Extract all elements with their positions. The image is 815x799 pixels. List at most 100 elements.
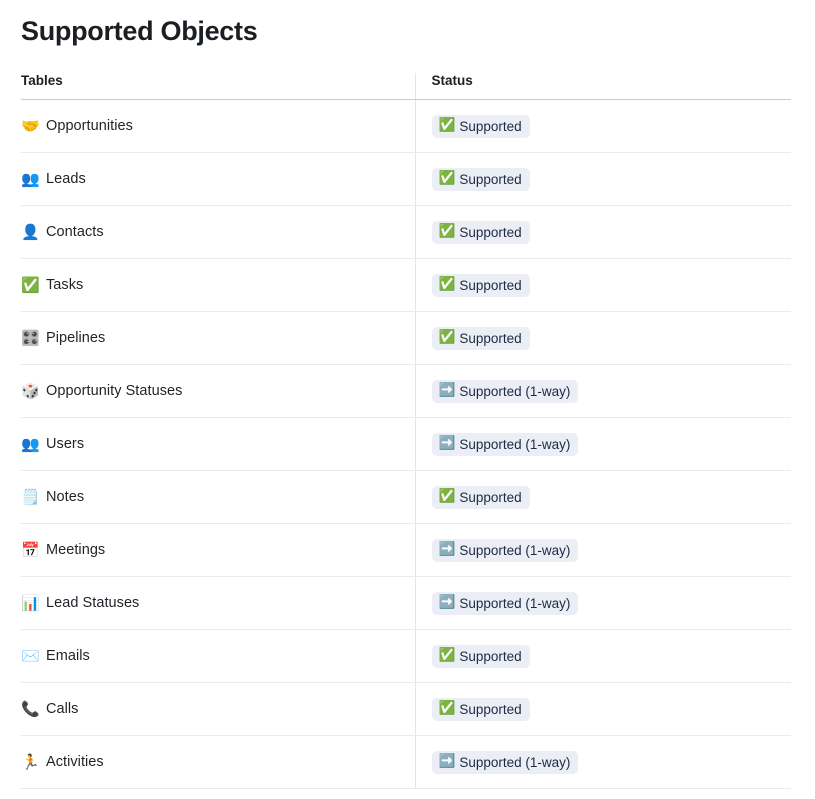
table-cell-status: ✅ Supported [414,311,791,366]
object-entry: 📅 Meetings [21,540,415,559]
page-title: Supported Objects [21,16,258,46]
status-badge-label: Supported [459,701,522,717]
object-entry: 👥 Leads [21,169,415,188]
table-row: 👤 Contacts ✅ Supported [21,205,791,260]
object-name: Users [46,436,85,453]
control-knobs-icon: 🎛️ [21,328,40,347]
check-mark-button-icon: ✅ [21,275,40,294]
object-name: Leads [46,171,86,188]
table-cell-name: 👤 Contacts [21,205,415,260]
table-cell-name: ✉️ Emails [21,629,415,684]
status-badge-label: Supported (1-way) [459,754,571,770]
object-entry: 🗒️ Notes [21,489,415,505]
table-cell-name: 📊 Lead Statuses [21,576,415,631]
status-badge: ✅ Supported [431,115,530,138]
check-mark-button-icon: ✅ [438,170,456,187]
status-badge: ✅ Supported [431,645,530,668]
status-badge: ➡️ Supported (1-way) [431,380,579,403]
status-badge: ➡️ Supported (1-way) [431,433,579,456]
table-cell-name: 📞 Calls [21,682,415,737]
table-row: 👥 Leads ✅ Supported [21,152,791,207]
table-cell-status: ➡️ Supported (1-way) [414,417,791,472]
status-badge: ✅ Supported [431,274,530,297]
table-cell-status: ✅ Supported [414,629,791,684]
object-name: Contacts [46,224,104,241]
runner-icon: 🏃 [21,752,40,771]
table-cell-name: 📅 Meetings [21,523,415,578]
object-name: Emails [46,648,90,665]
table-cell-name: 🏃 Activities [21,735,415,790]
bar-chart-icon: 📊 [21,593,40,612]
table-cell-status: ✅ Supported [414,682,791,737]
table-cell-name: 🎛️ Pipelines [21,311,415,366]
table-cell-status: ✅ Supported [414,258,791,313]
object-name: Opportunities [46,118,133,135]
object-name: Meetings [46,542,106,559]
status-badge: ✅ Supported [431,221,530,244]
table-row: 🎛️ Pipelines ✅ Supported [21,311,791,366]
status-badge-label: Supported (1-way) [459,383,571,399]
table-row: 📊 Lead Statuses ➡️ Supported (1-way) [21,576,791,631]
table-row: ✉️ Emails ✅ Supported [21,629,791,684]
object-entry: ✉️ Emails [21,646,415,665]
document-page: Supported Objects Tables Status 🤝 Opportu… [0,0,815,790]
column-header-tables: Tables [21,73,415,101]
table-cell-name: 🎲 Opportunity Statuses [21,364,415,419]
object-name: Pipelines [46,330,106,347]
object-entry: ✅ Tasks [21,275,415,294]
table-cell-name: 🗒️ Notes [21,470,415,525]
object-entry: 🤝 Opportunities [21,116,415,135]
right-arrow-icon: ➡️ [438,753,456,770]
table-cell-name: ✅ Tasks [21,258,415,313]
busts-in-silhouette-icon: 👥 [21,434,40,453]
bust-in-silhouette-icon: 👤 [21,222,40,241]
envelope-icon: ✉️ [21,646,40,665]
handshake-icon: 🤝 [21,116,40,135]
table-cell-status: ✅ Supported [414,470,791,525]
object-entry: 🏃 Activities [21,752,415,771]
object-name: Tasks [46,277,84,294]
check-mark-button-icon: ✅ [438,276,456,293]
game-die-icon: 🎲 [21,381,40,400]
table-body: 🤝 Opportunities ✅ Supported 👥 Leads ✅ Supported… [21,99,791,790]
check-mark-button-icon: ✅ [438,700,456,717]
object-name: Calls [46,701,79,718]
telephone-receiver-icon: 📞 [21,699,40,718]
check-mark-button-icon: ✅ [438,647,456,664]
status-badge-label: Supported [459,224,522,240]
right-arrow-icon: ➡️ [438,594,456,611]
right-arrow-icon: ➡️ [438,435,456,452]
table-cell-status: ➡️ Supported (1-way) [414,364,791,419]
status-badge-label: Supported (1-way) [459,542,571,558]
supported-objects-table: Tables Status 🤝 Opportunities ✅ Supported 👥 L… [21,73,791,790]
object-entry: 🎛️ Pipelines [21,328,415,347]
object-name: Opportunity Statuses [46,383,183,400]
table-cell-status: ✅ Supported [414,99,791,154]
table-row: ✅ Tasks ✅ Supported [21,258,791,313]
object-entry: 👤 Contacts [21,222,415,241]
table-row: 🎲 Opportunity Statuses ➡️ Supported (1-way) [21,364,791,419]
object-entry: 📞 Calls [21,699,415,718]
busts-in-silhouette-icon: 👥 [21,169,40,188]
table-cell-status: ➡️ Supported (1-way) [414,735,791,790]
check-mark-button-icon: ✅ [438,488,456,505]
calendar-icon: 📅 [21,540,40,559]
table-row: 🏃 Activities ➡️ Supported (1-way) [21,735,791,790]
status-badge-label: Supported [459,648,522,664]
status-badge-label: Supported (1-way) [459,436,571,452]
table-cell-name: 👥 Users [21,417,415,472]
status-badge: ➡️ Supported (1-way) [431,539,579,562]
object-name: Lead Statuses [46,595,140,612]
status-badge-label: Supported [459,489,522,505]
check-mark-button-icon: ✅ [438,223,456,240]
status-badge: ✅ Supported [431,698,530,721]
status-badge: ➡️ Supported (1-way) [431,751,579,774]
object-name: Activities [46,754,104,771]
right-arrow-icon: ➡️ [438,382,456,399]
table-row: 🤝 Opportunities ✅ Supported [21,99,791,154]
table-header: Tables Status [21,73,791,101]
status-badge-label: Supported [459,277,522,293]
table-cell-name: 🤝 Opportunities [21,99,415,154]
table-row: 👥 Users ➡️ Supported (1-way) [21,417,791,472]
table-cell-status: ✅ Supported [414,205,791,260]
